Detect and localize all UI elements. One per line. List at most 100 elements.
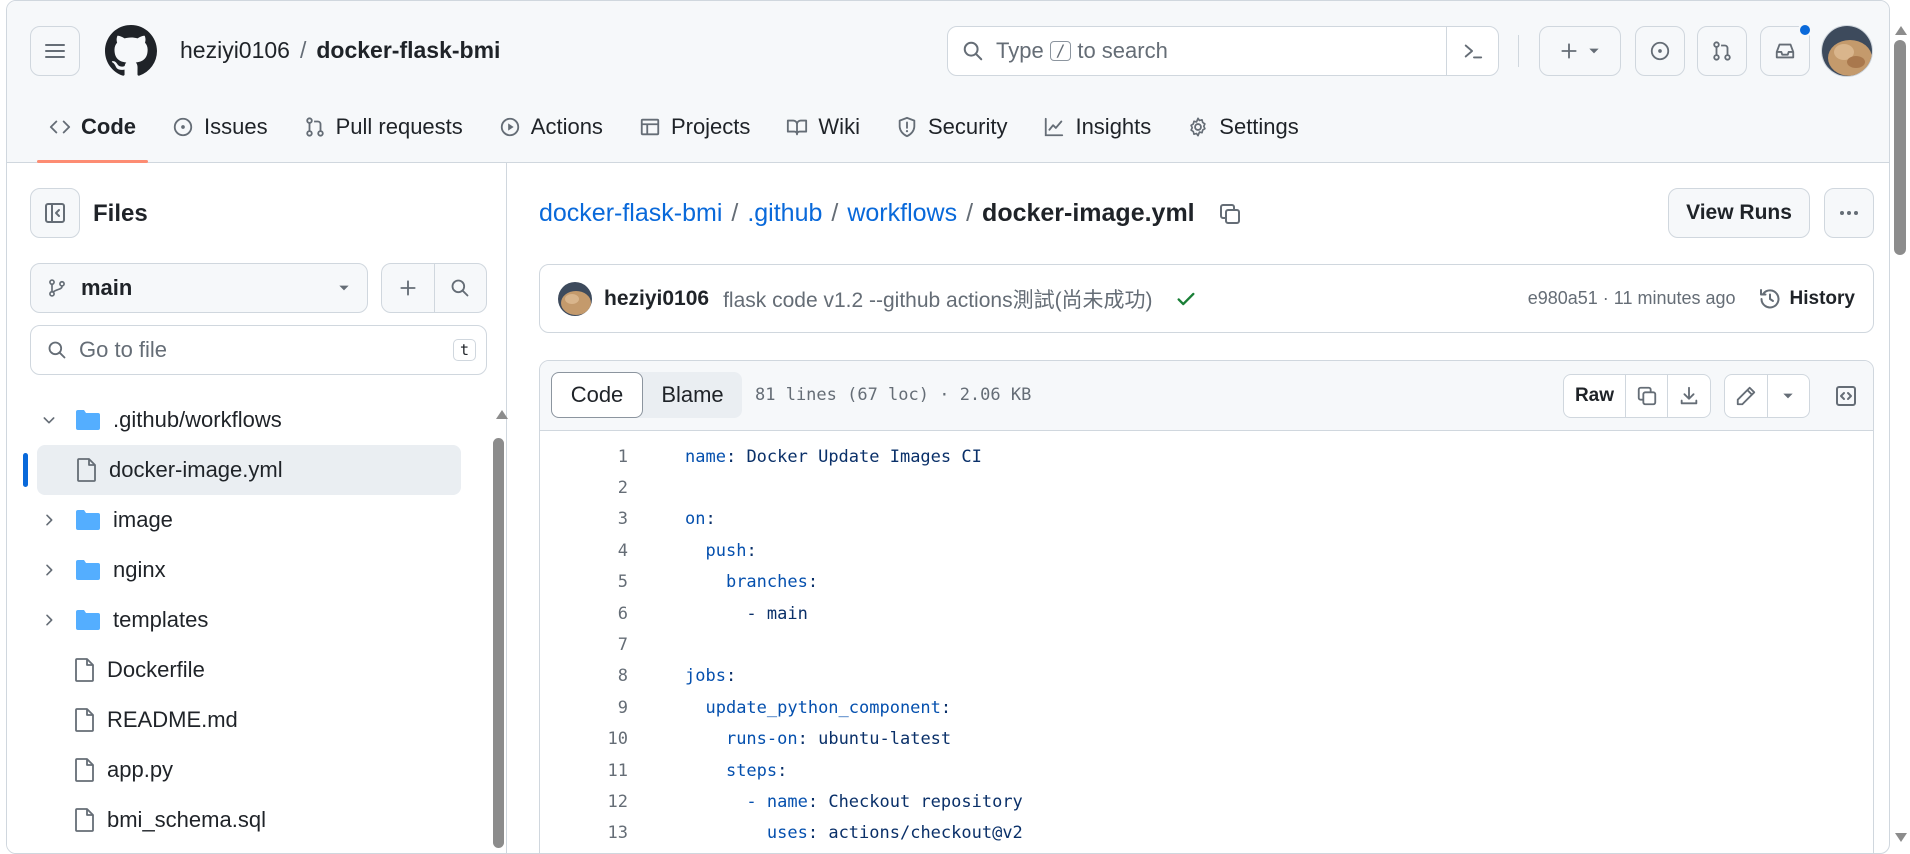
tree-folder-templates[interactable]: templates bbox=[21, 595, 471, 645]
line-content: - name: Checkout repository bbox=[685, 792, 1022, 812]
tab-projects[interactable]: Projects bbox=[621, 101, 768, 153]
page-scrollbar[interactable] bbox=[1890, 0, 1910, 854]
line-content: runs-on: ubuntu-latest bbox=[685, 729, 951, 749]
create-new-button[interactable] bbox=[1539, 26, 1621, 76]
yaml-value: - main bbox=[746, 603, 808, 624]
commit-sha-and-time[interactable]: e980a51 · 11 minutes ago bbox=[1528, 288, 1736, 309]
command-palette-button[interactable] bbox=[1446, 27, 1498, 75]
repo-owner-link[interactable]: heziyi0106 bbox=[180, 37, 290, 64]
search-code-button[interactable] bbox=[435, 264, 487, 312]
line-number[interactable]: 8 bbox=[540, 666, 628, 686]
line-number[interactable]: 6 bbox=[540, 604, 628, 624]
page-scroll-thumb[interactable] bbox=[1894, 40, 1906, 255]
more-options-button[interactable] bbox=[1824, 188, 1874, 238]
notifications-button[interactable] bbox=[1760, 23, 1812, 76]
table-icon bbox=[640, 118, 660, 136]
blame-view-button[interactable]: Blame bbox=[643, 372, 742, 418]
search-icon bbox=[963, 41, 983, 61]
download-button[interactable] bbox=[1668, 375, 1710, 417]
history-button[interactable]: History bbox=[1758, 287, 1855, 311]
menu-button[interactable] bbox=[30, 26, 80, 76]
repo-path: heziyi0106 / docker-flask-bmi bbox=[180, 37, 500, 64]
code-line: 6 - main bbox=[540, 598, 1873, 629]
tab-wiki[interactable]: Wiki bbox=[768, 101, 878, 153]
tree-folder-image[interactable]: image bbox=[21, 495, 471, 545]
breadcrumb-workflows-link[interactable]: workflows bbox=[847, 199, 957, 228]
commit-author-avatar[interactable] bbox=[558, 281, 592, 316]
copy-raw-button[interactable] bbox=[1626, 375, 1668, 417]
your-issues-button[interactable] bbox=[1635, 26, 1685, 76]
tree-folder-github-workflows[interactable]: .github/workflows bbox=[21, 395, 471, 445]
raw-button[interactable]: Raw bbox=[1564, 375, 1626, 417]
tree-file-dockerfile[interactable]: Dockerfile bbox=[21, 645, 471, 695]
repo-name-link[interactable]: docker-flask-bmi bbox=[316, 37, 500, 64]
line-number[interactable]: 13 bbox=[540, 823, 628, 843]
caret-down-icon bbox=[1783, 393, 1793, 399]
code-line: 4 push: bbox=[540, 535, 1873, 566]
search-input[interactable]: Type / to search bbox=[947, 26, 1499, 76]
code-listing[interactable]: 1 name: Docker Update Images CI 2 3 on: 4 … bbox=[540, 431, 1873, 849]
line-number[interactable]: 1 bbox=[540, 447, 628, 467]
tree-file-bmi-schema[interactable]: bmi_schema.sql bbox=[21, 795, 471, 845]
code-square-icon bbox=[1836, 386, 1856, 406]
yaml-key: runs-on bbox=[725, 729, 798, 750]
scroll-down-arrow-icon[interactable] bbox=[1895, 833, 1907, 842]
tree-file-readme[interactable]: README.md bbox=[21, 695, 471, 745]
code-line: 2 bbox=[540, 472, 1873, 503]
plus-icon bbox=[1561, 43, 1577, 59]
search-icon bbox=[451, 279, 469, 297]
tab-issues[interactable]: Issues bbox=[154, 101, 286, 153]
copy-path-button[interactable] bbox=[1218, 202, 1242, 226]
line-number[interactable]: 12 bbox=[540, 792, 628, 812]
edit-file-button[interactable] bbox=[1725, 375, 1768, 417]
inbox-icon bbox=[1775, 43, 1795, 59]
code-view-button[interactable]: Code bbox=[551, 372, 643, 418]
commit-status[interactable] bbox=[1175, 288, 1197, 310]
tree-item-label: Dockerfile bbox=[107, 657, 205, 682]
go-to-file-input[interactable]: Go to file t bbox=[30, 325, 487, 375]
collapse-sidebar-button[interactable] bbox=[30, 188, 80, 238]
line-number[interactable]: 2 bbox=[540, 478, 628, 498]
code-line: 10 runs-on: ubuntu-latest bbox=[540, 724, 1873, 755]
user-avatar[interactable] bbox=[1821, 25, 1873, 77]
copy-icon bbox=[1637, 386, 1656, 406]
line-number[interactable]: 10 bbox=[540, 729, 628, 749]
line-number[interactable]: 7 bbox=[540, 635, 628, 655]
file-content-area: docker-flask-bmi / .github / workflows /… bbox=[508, 163, 1889, 853]
branch-selector[interactable]: main bbox=[30, 263, 368, 313]
line-number[interactable]: 5 bbox=[540, 572, 628, 592]
yaml-key: uses bbox=[766, 823, 808, 844]
symbols-panel-button[interactable] bbox=[1824, 374, 1868, 418]
breadcrumb-github-link[interactable]: .github bbox=[747, 199, 822, 228]
edit-options-dropdown[interactable] bbox=[1768, 375, 1810, 417]
add-file-button[interactable] bbox=[382, 264, 435, 312]
github-logo-icon[interactable] bbox=[105, 25, 157, 77]
tab-pull-requests[interactable]: Pull requests bbox=[286, 101, 481, 153]
tab-settings[interactable]: Settings bbox=[1169, 101, 1317, 153]
tab-insights[interactable]: Insights bbox=[1025, 101, 1169, 153]
scroll-up-arrow-icon[interactable] bbox=[496, 410, 508, 419]
file-stats: 81 lines (67 loc) · 2.06 KB bbox=[755, 385, 1032, 405]
commit-message-link[interactable]: flask code v1.2 --github actions測試(尚未成功) bbox=[723, 284, 1152, 314]
view-runs-button[interactable]: View Runs bbox=[1668, 188, 1810, 238]
sidebar-scrollbar[interactable] bbox=[491, 408, 508, 848]
breadcrumb-repo-link[interactable]: docker-flask-bmi bbox=[539, 199, 722, 228]
tree-folder-nginx[interactable]: nginx bbox=[21, 545, 471, 595]
tree-file-app-py[interactable]: app.py bbox=[21, 745, 471, 795]
line-number[interactable]: 9 bbox=[540, 698, 628, 718]
tab-code[interactable]: Code bbox=[31, 101, 154, 163]
sidebar-scroll-thumb[interactable] bbox=[493, 438, 504, 848]
tab-actions[interactable]: Actions bbox=[481, 101, 621, 153]
tree-file-docker-image-yml[interactable]: docker-image.yml bbox=[23, 445, 461, 495]
scroll-up-arrow-icon[interactable] bbox=[1895, 26, 1907, 35]
line-number[interactable]: 4 bbox=[540, 541, 628, 561]
tab-security[interactable]: Security bbox=[878, 101, 1025, 153]
line-number[interactable]: 11 bbox=[540, 761, 628, 781]
your-pull-requests-button[interactable] bbox=[1697, 26, 1747, 76]
chevron-right-icon bbox=[46, 564, 53, 576]
line-number[interactable]: 3 bbox=[540, 509, 628, 529]
graph-icon bbox=[1045, 117, 1064, 137]
commit-author-link[interactable]: heziyi0106 bbox=[604, 287, 709, 311]
search-placeholder-suffix: to search bbox=[1077, 38, 1168, 63]
